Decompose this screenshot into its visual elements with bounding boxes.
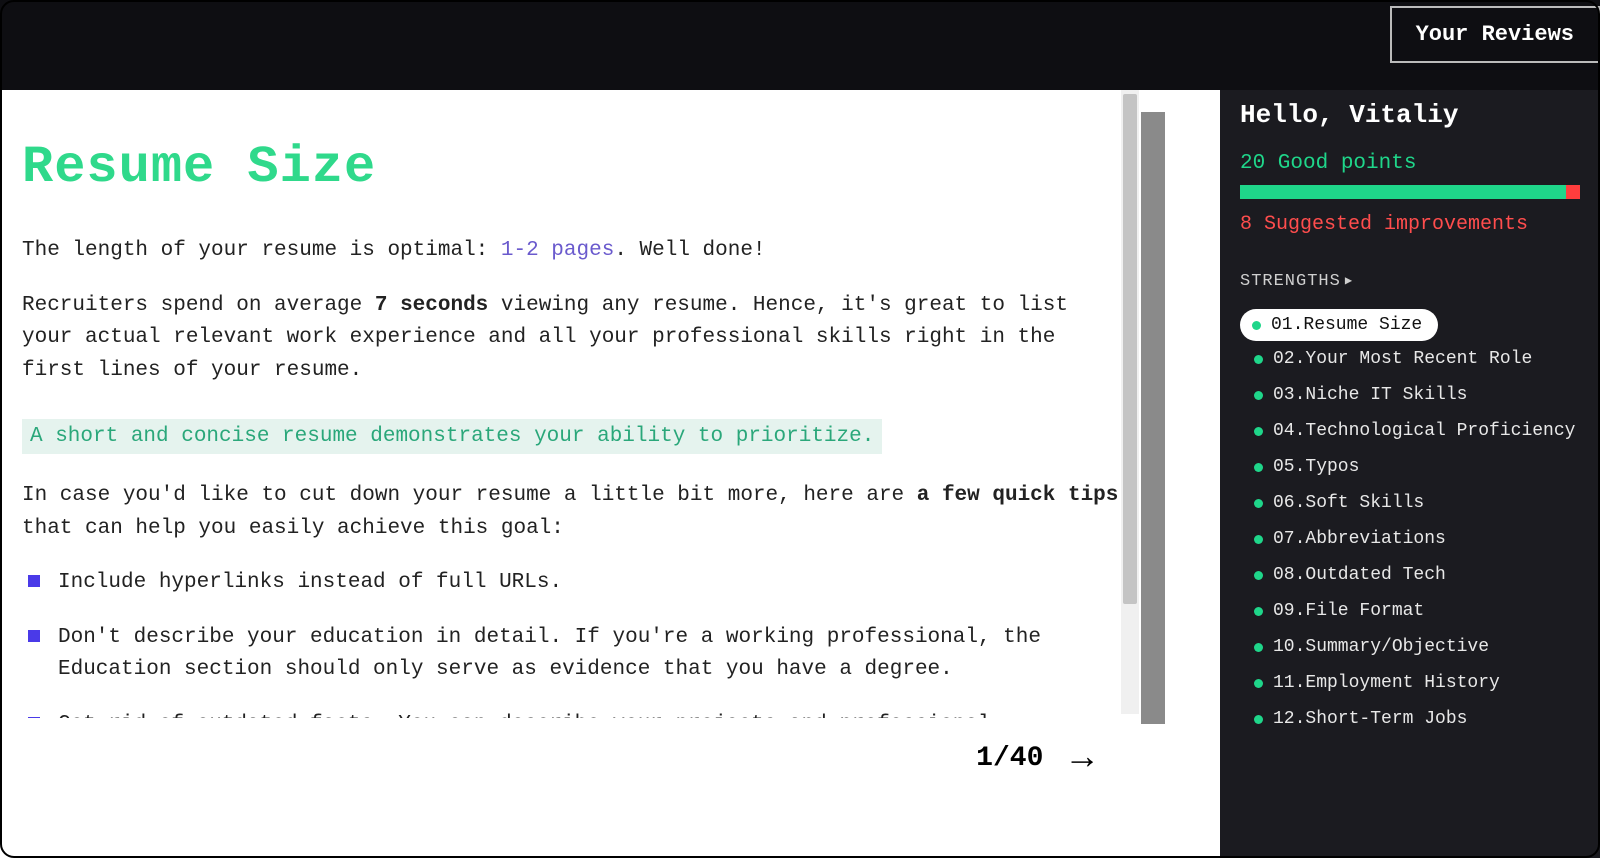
strength-item[interactable]: 10.Summary/Objective [1240,629,1600,665]
bullet-icon [1254,679,1263,688]
page-shadow [1141,112,1165,724]
strength-label: 06.Soft Skills [1273,493,1424,513]
intro-post: . Well done! [614,239,765,262]
strengths-list: 01.Resume Size 02.Your Most Recent Role 03… [1240,309,1600,737]
p3-pre: In case you'd like to cut down your resu… [22,484,917,507]
top-bar: Your Reviews [0,0,1600,90]
intro-highlight: 1-2 pages [501,239,614,262]
strength-item[interactable]: 09.File Format [1240,593,1600,629]
strength-label: 10.Summary/Objective [1273,637,1489,657]
bullet-icon [1254,571,1263,580]
sidebar: Hello, Vitaliy 20 Good points 8 Suggeste… [1220,90,1600,858]
article-pane: Resume Size The length of your resume is… [0,90,1141,718]
article-intro: The length of your resume is optimal: 1-… [22,235,1119,268]
strength-item[interactable]: 03.Niche IT Skills [1240,377,1600,413]
suggested-label: 8 Suggested improvements [1240,213,1600,236]
strength-label: 09.File Format [1273,601,1424,621]
strength-label: 05.Typos [1273,457,1359,477]
chevron-right-icon: ▶ [1345,273,1353,288]
bullet-icon [1254,643,1263,652]
strengths-label: STRENGTHS [1240,272,1341,291]
strength-item[interactable]: 07.Abbreviations [1240,521,1600,557]
strength-item[interactable]: 04.Technological Proficiency [1240,413,1600,449]
scrollbar-thumb[interactable] [1123,94,1137,604]
pager: 1/40 → [0,718,1141,798]
bullet-icon [1254,463,1263,472]
bullet-icon [1254,427,1263,436]
next-page-arrow-icon[interactable]: → [1071,738,1093,779]
article-callout: A short and concise resume demonstrates … [22,419,882,454]
p2-bold: 7 seconds [375,294,488,317]
strength-label: 08.Outdated Tech [1273,565,1446,585]
bullet-icon [1254,499,1263,508]
article-p3: In case you'd like to cut down your resu… [22,480,1119,545]
strength-item[interactable]: 02.Your Most Recent Role [1240,341,1600,377]
p3-bold: a few quick tips [917,484,1119,507]
your-reviews-button[interactable]: Your Reviews [1390,6,1600,63]
strength-item[interactable]: 06.Soft Skills [1240,485,1600,521]
page-count: 1/40 [976,743,1043,774]
strength-item[interactable]: 08.Outdated Tech [1240,557,1600,593]
progress-fill [1240,185,1566,199]
tip-item: Don't describe your education in detail.… [22,622,1119,687]
article-title: Resume Size [22,138,1119,197]
good-points-label: 20 Good points [1240,152,1600,175]
strength-label: 02.Your Most Recent Role [1273,349,1532,369]
strengths-section-header[interactable]: STRENGTHS ▶ [1240,272,1600,291]
greeting: Hello, Vitaliy [1240,100,1600,130]
strength-label: 07.Abbreviations [1273,529,1446,549]
bullet-icon [1254,607,1263,616]
bullet-icon [1254,715,1263,724]
intro-pre: The length of your resume is optimal: [22,239,501,262]
tip-item: Include hyperlinks instead of full URLs. [22,567,1119,600]
strength-label: 03.Niche IT Skills [1273,385,1467,405]
article-p2: Recruiters spend on average 7 seconds vi… [22,290,1119,388]
p3-post: that can help you easily achieve this go… [22,517,564,540]
bullet-icon [1254,535,1263,544]
strength-item[interactable]: 12.Short-Term Jobs [1240,701,1600,737]
progress-bar [1240,185,1580,199]
strength-item[interactable]: 05.Typos [1240,449,1600,485]
bullet-icon [1254,355,1263,364]
strength-label: 11.Employment History [1273,673,1500,693]
strength-label: 04.Technological Proficiency [1273,421,1575,441]
bullet-icon [1252,321,1261,330]
strength-item[interactable]: 11.Employment History [1240,665,1600,701]
strength-item[interactable]: 01.Resume Size [1240,309,1438,341]
bullet-icon [1254,391,1263,400]
p2-pre: Recruiters spend on average [22,294,375,317]
strength-label: 01.Resume Size [1271,315,1422,335]
strength-label: 12.Short-Term Jobs [1273,709,1467,729]
scrollbar-track[interactable] [1121,90,1139,714]
